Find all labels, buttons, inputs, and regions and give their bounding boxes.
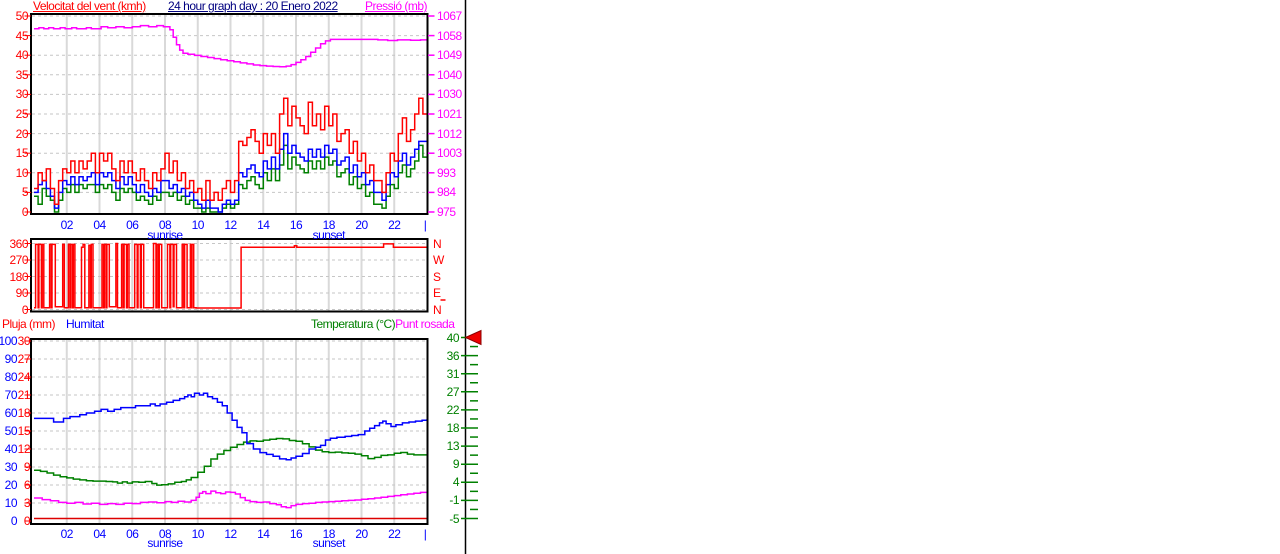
rain-tick-label: 3: [23, 496, 31, 510]
wind-direction-chart: [31, 239, 428, 312]
pressure-tick-label: 1058: [437, 28, 462, 43]
hour-label: 14: [257, 527, 270, 541]
hour-label: 04: [93, 218, 106, 232]
pressure-tick-label: 1012: [437, 126, 462, 141]
wind-tick-label: 25: [15, 107, 29, 121]
wind-tick-label: 30: [15, 87, 29, 102]
temperature-tick-label: 27: [446, 384, 460, 399]
weather-graph-page: Velocitat del vent (kmh) 24 hour graph d…: [0, 0, 1280, 554]
wind-tick-label: 10: [15, 165, 29, 180]
temperature-tick-label: 36: [446, 348, 460, 363]
temp-marker-arrow-icon: [464, 329, 482, 346]
rain-tick-label: 15: [17, 424, 31, 438]
dewpoint-axis-title: Punt rosada: [395, 317, 455, 331]
rain-tick-label: 12: [17, 442, 31, 456]
rain-tick-label: 6: [23, 478, 31, 492]
rain-tick-label: 30: [17, 334, 31, 348]
humidity-tick-label: 80: [4, 370, 18, 384]
rain-tick-label: 24: [17, 370, 31, 384]
wind-tick-label: 5: [21, 185, 29, 200]
rain-tick-label: 18: [17, 406, 31, 420]
temperature-tick-label: 13: [446, 439, 460, 454]
rain-axis-title: Pluja (mm): [2, 317, 56, 331]
temperature-tick-label: -1: [449, 493, 459, 508]
pressure-tick-label: 984: [437, 185, 456, 200]
hour-label: 22: [388, 527, 401, 541]
sunset-label: sunset: [312, 536, 346, 550]
pressure-tick-label: 1021: [437, 107, 462, 121]
axis-end-mark: |: [423, 527, 427, 541]
wind-pressure-chart: [31, 14, 428, 214]
humidity-tick-label: 100: [0, 334, 17, 348]
hour-label: 12: [224, 218, 237, 232]
rain-tick-label: 21: [17, 388, 31, 402]
humidity-tick-label: 20: [4, 478, 18, 492]
wind-tick-label: 50: [15, 9, 29, 23]
sunset-label: sunset: [312, 228, 346, 242]
pressure-tick-label: 1067: [437, 9, 462, 23]
hour-label: 12: [224, 527, 237, 541]
direction-tick-label: 180: [9, 269, 28, 284]
hour-label: 14: [257, 218, 270, 232]
axis-end-mark: |: [423, 218, 427, 232]
sunrise-label: sunrise: [147, 228, 183, 242]
hour-label: 02: [60, 218, 74, 232]
pressure-axis-title: Pressió (mb): [364, 0, 428, 13]
wind-tick-label: 0: [21, 205, 29, 219]
pressure-tick-label: 1040: [437, 67, 462, 82]
direction-tick-label: 0: [21, 302, 29, 317]
humidity-tick-label: 10: [4, 496, 18, 510]
rain-tick-label: 9: [23, 460, 31, 474]
compass-label: N: [433, 302, 442, 317]
temperature-tick-label: 40: [446, 330, 460, 345]
direction-tick-label: 360: [9, 236, 28, 251]
humidity-tick-label: 90: [4, 352, 18, 366]
humidity-tick-label: 0: [10, 514, 18, 528]
humidity-tick-label: 60: [4, 406, 18, 420]
pressure-tick-label: 1003: [437, 146, 462, 161]
temperature-axis-title: Temperatura (°C): [311, 317, 396, 331]
humidity-temperature-chart: [31, 339, 428, 524]
temperature-tick-label: 31: [446, 366, 460, 381]
compass-label: N: [433, 236, 442, 251]
humidity-tick-label: 70: [4, 388, 18, 402]
sunrise-label: sunrise: [147, 536, 183, 550]
humidity-tick-label: 50: [4, 424, 18, 438]
hour-label: 22: [388, 218, 401, 232]
direction-tick-label: 270: [9, 253, 28, 267]
temperature-tick-label: 18: [446, 421, 460, 435]
hour-label: 04: [93, 527, 106, 541]
wind-tick-label: 35: [15, 67, 29, 82]
temperature-tick-label: 9: [452, 457, 460, 472]
rain-tick-label: 27: [17, 352, 31, 366]
wind-tick-label: 40: [15, 48, 29, 63]
compass-label: W: [433, 253, 444, 267]
temperature-tick-label: 4: [452, 475, 460, 490]
wind-tick-label: 20: [15, 126, 29, 141]
humidity-axis-title: Humitat: [66, 317, 104, 331]
wind-tick-label: 45: [15, 28, 29, 43]
pressure-tick-label: 993: [437, 165, 456, 180]
humidity-tick-label: 40: [4, 442, 18, 456]
pressure-tick-label: 1049: [437, 48, 462, 63]
temperature-tick-label: 22: [446, 402, 460, 417]
humidity-tick-label: 30: [4, 460, 18, 474]
wind-tick-label: 15: [15, 146, 29, 161]
compass-label: E: [433, 286, 441, 300]
direction-tick-label: 90: [15, 286, 29, 300]
page-title: 24 hour graph day : 20 Enero 2022: [168, 0, 338, 13]
temperature-tick-label: -5: [449, 511, 459, 526]
rain-tick-label: 0: [23, 514, 31, 528]
wind-axis-title: Velocitat del vent (kmh): [33, 0, 146, 13]
pressure-tick-label: 975: [437, 205, 456, 219]
hour-label: 02: [60, 527, 74, 541]
pressure-tick-label: 1030: [437, 87, 462, 102]
compass-label: S: [433, 269, 441, 284]
